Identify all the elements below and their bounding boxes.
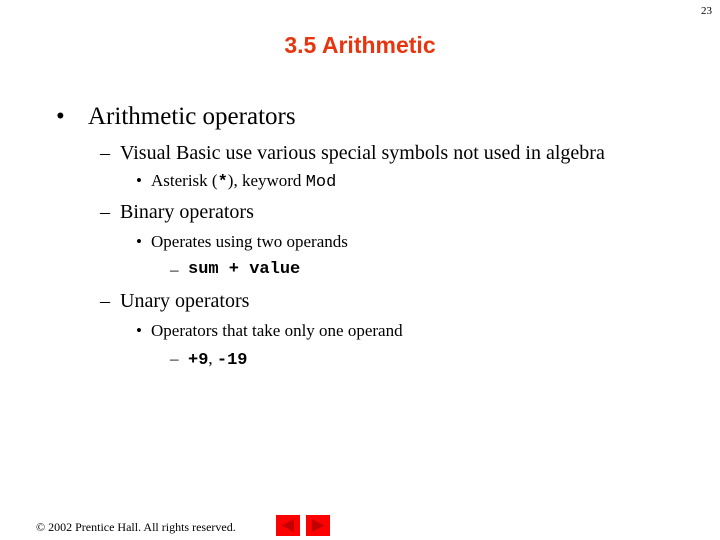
previous-slide-button[interactable] xyxy=(276,515,300,536)
subbullet-visual-basic: – Visual Basic use various special symbo… xyxy=(100,142,605,165)
dash-marker: – xyxy=(170,349,179,368)
dash-marker: – xyxy=(170,260,179,279)
separator: , xyxy=(208,349,217,368)
copyright-footer: © 2002 Prentice Hall. All rights reserve… xyxy=(36,520,236,534)
bullet-marker: • xyxy=(136,171,142,190)
bullet-marker: • xyxy=(56,103,65,130)
bullet-arithmetic-operators: • Arithmetic operators xyxy=(56,103,296,131)
subbullet-unary-operators: – Unary operators xyxy=(100,290,249,313)
bullet-text: Arithmetic operators xyxy=(88,103,296,130)
item-text: Asterisk ( xyxy=(151,171,218,190)
code-plus-nine: +9 xyxy=(188,351,209,370)
left-triangle-icon xyxy=(282,519,294,532)
item-asterisk-mod: • Asterisk (*), keyword Mod xyxy=(136,171,336,192)
slide-title: 3.5 Arithmetic xyxy=(284,32,436,58)
item-text: Operators that take only one operand xyxy=(151,321,403,340)
item-one-operand: • Operators that take only one operand xyxy=(136,321,403,341)
subbullet-text: Visual Basic use various special symbols… xyxy=(120,142,605,164)
page-number: 23 xyxy=(701,5,712,17)
code-minus-nineteen: -19 xyxy=(216,351,248,370)
next-slide-button[interactable] xyxy=(306,515,330,536)
item-text: ), keyword xyxy=(227,171,306,190)
bullet-marker: • xyxy=(136,321,142,340)
code-example: sum + value xyxy=(188,260,301,279)
item-text: Operates using two operands xyxy=(151,232,348,251)
subbullet-text: Unary operators xyxy=(120,290,250,312)
subbullet-text: Binary operators xyxy=(120,201,254,223)
bullet-marker: • xyxy=(136,232,142,251)
item-two-operands: • Operates using two operands xyxy=(136,232,348,252)
dash-marker: – xyxy=(100,142,110,164)
example-unary: – +9, -19 xyxy=(170,349,248,370)
code-mod: Mod xyxy=(305,173,337,192)
dash-marker: – xyxy=(100,290,110,312)
subbullet-binary-operators: – Binary operators xyxy=(100,201,254,224)
right-triangle-icon xyxy=(312,519,324,532)
dash-marker: – xyxy=(100,201,110,223)
code-asterisk: * xyxy=(217,173,228,192)
example-sum-value: – sum + value xyxy=(170,260,300,280)
